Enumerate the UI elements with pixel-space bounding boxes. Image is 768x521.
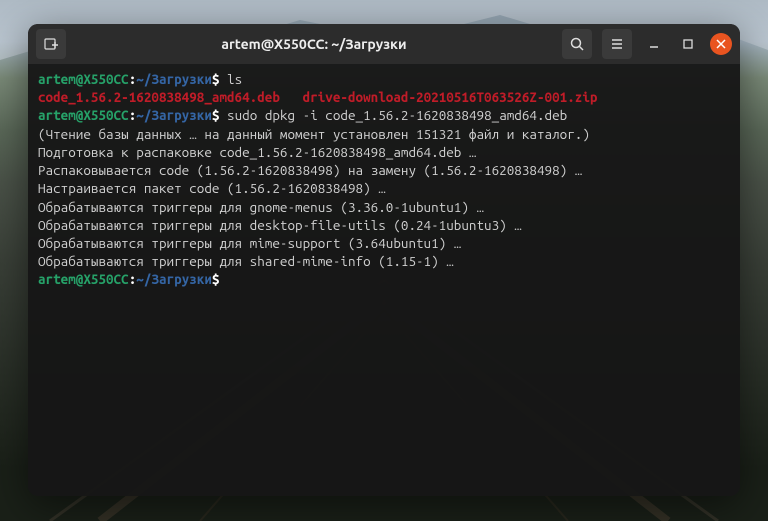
prompt-line-2: artem@X550CC:~/Загрузки$ sudo dpkg -i co…	[38, 106, 730, 124]
dpkg-output-line: Обрабатываются триггеры для desktop-file…	[38, 216, 730, 234]
ls-file-deb: code_1.56.2-1620838498_amd64.deb	[38, 89, 280, 105]
prompt-user-host: artem@X550CC	[38, 71, 129, 87]
window-title: artem@X550CC: ~/Загрузки	[74, 36, 554, 52]
menu-button[interactable]	[602, 29, 632, 59]
dpkg-output-line: Распаковывается code (1.56.2-1620838498)…	[38, 161, 730, 179]
terminal-body[interactable]: artem@X550CC:~/Загрузки$ ls code_1.56.2-…	[28, 64, 740, 496]
ls-output-line: code_1.56.2-1620838498_amd64.deb drive-d…	[38, 88, 730, 106]
command-ls: ls	[227, 71, 242, 87]
dpkg-output-line: Обрабатываются триггеры для shared-mime-…	[38, 252, 730, 270]
prompt-user-host: artem@X550CC	[38, 107, 129, 123]
prompt-dollar: $	[212, 271, 220, 287]
dpkg-output-line: Подготовка к распаковке code_1.56.2-1620…	[38, 143, 730, 161]
prompt-user-host: artem@X550CC	[38, 271, 129, 287]
ls-file-zip: drive-download-20210516T063526Z-001.zip	[303, 89, 598, 105]
maximize-button[interactable]	[676, 32, 700, 56]
prompt-path: ~/Загрузки	[136, 107, 212, 123]
terminal-window: artem@X550CC: ~/Загрузки artem@X550CC:~/…	[28, 24, 740, 496]
minimize-button[interactable]	[642, 32, 666, 56]
dpkg-output-line: Обрабатываются триггеры для mime-support…	[38, 234, 730, 252]
dpkg-output-line: Настраивается пакет code (1.56.2-1620838…	[38, 179, 730, 197]
prompt-path: ~/Загрузки	[136, 71, 212, 87]
prompt-line-1: artem@X550CC:~/Загрузки$ ls	[38, 70, 730, 88]
new-tab-button[interactable]	[36, 29, 66, 59]
titlebar: artem@X550CC: ~/Загрузки	[28, 24, 740, 64]
dpkg-output-line: Обрабатываются триггеры для gnome-menus …	[38, 198, 730, 216]
close-button[interactable]	[710, 33, 732, 55]
dpkg-output-line: (Чтение базы данных … на данный момент у…	[38, 125, 730, 143]
search-button[interactable]	[562, 29, 592, 59]
prompt-line-3: artem@X550CC:~/Загрузки$	[38, 270, 730, 288]
prompt-path: ~/Загрузки	[136, 271, 212, 287]
command-dpkg: sudo dpkg -i code_1.56.2-1620838498_amd6…	[227, 107, 567, 123]
